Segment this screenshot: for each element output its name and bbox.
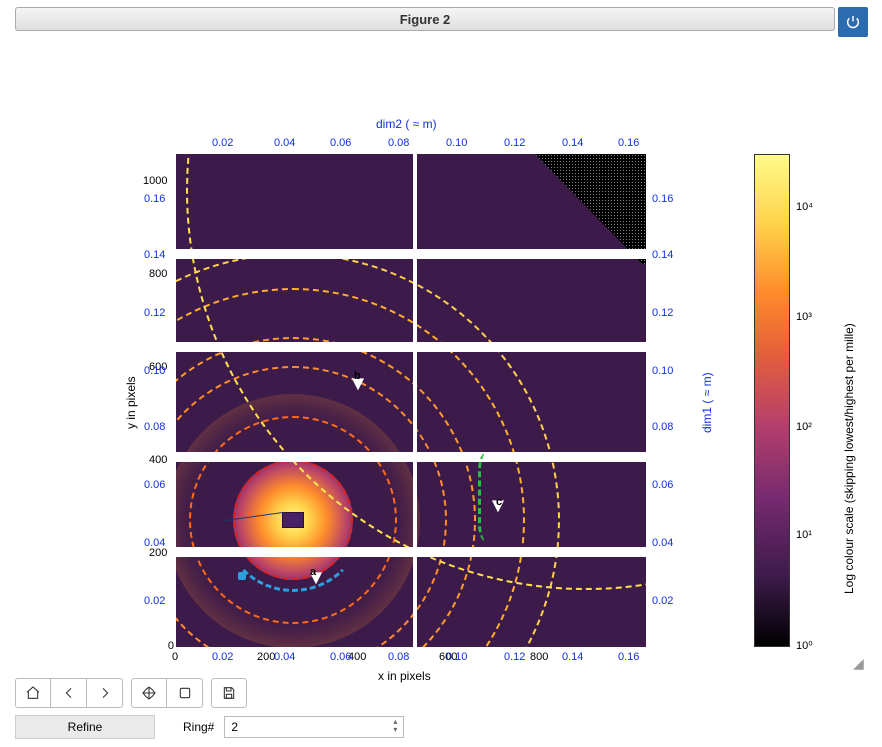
xtick-t-0: 0.02 <box>212 137 233 149</box>
xtick-b-0: 0 <box>172 651 178 663</box>
ring-spinner[interactable]: ▴ ▾ <box>388 717 402 735</box>
xtick-b2-3: 0.08 <box>388 651 409 663</box>
cbar-tick-0: 10⁰ <box>796 639 813 652</box>
arc-a <box>221 448 365 592</box>
refine-button[interactable]: Refine <box>15 715 155 739</box>
xtick-t-1: 0.04 <box>274 137 295 149</box>
image-axes[interactable]: a b c <box>176 154 646 647</box>
cbar-tick-2: 10² <box>796 421 812 433</box>
marker-a-label: a <box>310 566 316 578</box>
xtick-t-2: 0.06 <box>330 137 351 149</box>
forward-button[interactable] <box>87 678 123 708</box>
ytick-lb-5: 0.12 <box>144 307 165 319</box>
panel-gap-h1 <box>176 249 646 259</box>
xtick-t-5: 0.12 <box>504 137 525 149</box>
figure-title-bar: Figure 2 <box>15 7 835 31</box>
ytick-r-5: 0.12 <box>652 307 673 319</box>
ytick-l-2: 400 <box>149 454 167 466</box>
ytick-lb-1: 0.04 <box>144 537 165 549</box>
figure-title: Figure 2 <box>400 12 451 27</box>
xtick-b2-4: 0.10 <box>446 651 467 663</box>
xtick-t-7: 0.16 <box>618 137 639 149</box>
xtick-b2-6: 0.14 <box>562 651 583 663</box>
ytick-lb-7: 0.16 <box>144 193 165 205</box>
back-icon <box>61 685 77 701</box>
save-button[interactable] <box>211 678 247 708</box>
xtick-b2-5: 0.12 <box>504 651 525 663</box>
xtick-b-1: 200 <box>257 651 275 663</box>
ytick-l-0: 0 <box>162 640 174 652</box>
y-axis-label-left: y in pixels <box>124 376 138 429</box>
xtick-b2-7: 0.16 <box>618 651 639 663</box>
colorbar <box>754 154 790 647</box>
ytick-l-5: 1000 <box>143 175 167 187</box>
ytick-lb-4: 0.10 <box>144 365 165 377</box>
ytick-lb-0: 0.02 <box>144 595 165 607</box>
cbar-tick-1: 10¹ <box>796 529 812 541</box>
x-axis-label-top: dim2 ( ≈ m) <box>376 117 437 131</box>
ytick-l-4: 800 <box>149 268 167 280</box>
arc-a-dot <box>238 572 246 580</box>
chevron-down-icon[interactable]: ▾ <box>388 726 402 734</box>
mpl-toolbar <box>15 678 255 708</box>
pan-button[interactable] <box>131 678 167 708</box>
ytick-r-3: 0.08 <box>652 421 673 433</box>
panel-gap-h3 <box>176 452 646 462</box>
ytick-r-0: 0.02 <box>652 595 673 607</box>
x-axis-label-bottom: x in pixels <box>378 669 431 683</box>
xtick-t-3: 0.08 <box>388 137 409 149</box>
cbar-tick-4: 10⁴ <box>796 201 813 213</box>
bottom-controls: Refine Ring# ▴ ▾ <box>15 714 404 740</box>
ytick-r-1: 0.04 <box>652 537 673 549</box>
ytick-lb-6: 0.14 <box>144 249 165 261</box>
back-button[interactable] <box>51 678 87 708</box>
cbar-tick-3: 10³ <box>796 311 812 323</box>
refine-label: Refine <box>68 720 103 734</box>
marker-b-label: b <box>354 370 361 382</box>
colorbar-label: Log colour scale (skipping lowest/highes… <box>842 323 856 594</box>
ytick-lb-3: 0.08 <box>144 421 165 433</box>
ring-number-label: Ring# <box>183 720 214 734</box>
arc-c <box>478 452 496 542</box>
xtick-b2-0: 0.02 <box>212 651 233 663</box>
forward-icon <box>97 685 113 701</box>
xtick-t-4: 0.10 <box>446 137 467 149</box>
power-button[interactable] <box>838 7 868 37</box>
home-icon <box>25 685 41 701</box>
ytick-r-4: 0.10 <box>652 365 673 377</box>
plot-canvas[interactable]: a b c 0 200 400 600 800 0.02 0.04 0.06 0… <box>15 38 867 670</box>
ring-number-input[interactable] <box>224 716 404 738</box>
panel-gap-v <box>413 154 417 647</box>
ytick-r-6: 0.14 <box>652 249 673 261</box>
xtick-b2-1: 0.04 <box>274 651 295 663</box>
ytick-lb-2: 0.06 <box>144 479 165 491</box>
xtick-b2-2: 0.06 <box>330 651 351 663</box>
save-icon <box>221 685 237 701</box>
panel-gap-h2 <box>176 342 646 352</box>
ytick-r-7: 0.16 <box>652 193 673 205</box>
home-button[interactable] <box>15 678 51 708</box>
resize-grip[interactable]: ◢ <box>853 655 865 667</box>
xtick-t-6: 0.14 <box>562 137 583 149</box>
zoom-icon <box>177 685 193 701</box>
power-icon <box>845 14 861 30</box>
marker-c-label: c <box>496 496 502 508</box>
zoom-button[interactable] <box>167 678 203 708</box>
xtick-b-4: 800 <box>530 651 548 663</box>
y-axis-label-right: dim1 ( ≈ m) <box>700 372 714 433</box>
pan-icon <box>141 685 157 701</box>
ytick-r-2: 0.06 <box>652 479 673 491</box>
